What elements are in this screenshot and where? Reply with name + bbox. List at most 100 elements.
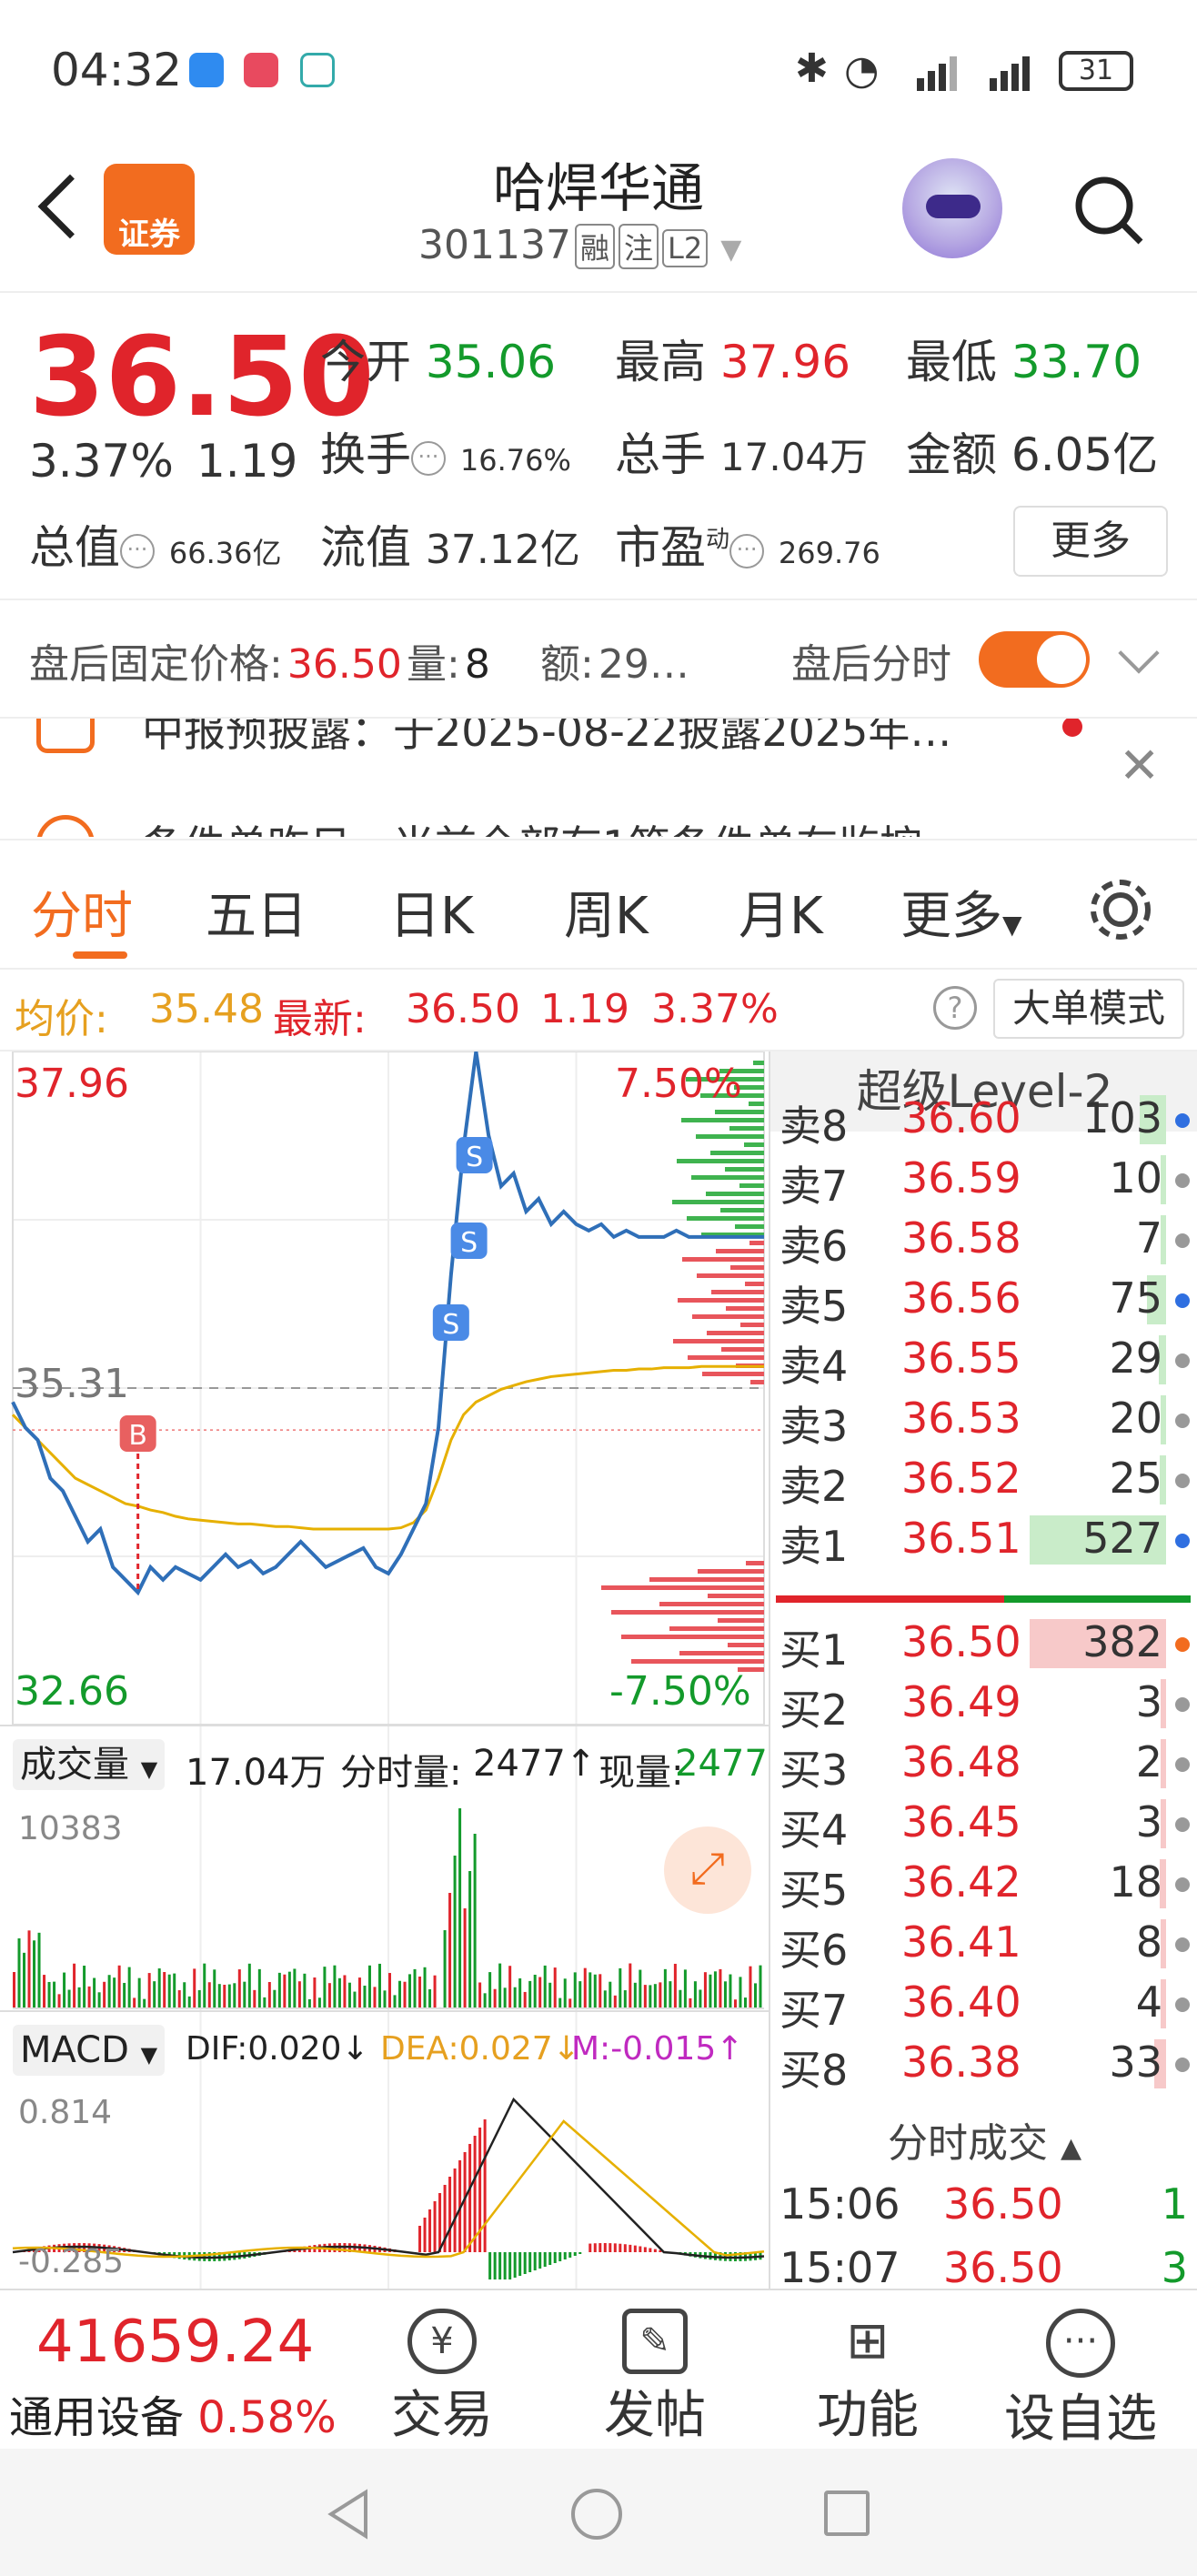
volume-bar <box>713 1971 717 2008</box>
buy-qty: 3 <box>1135 1797 1162 1846</box>
more-dots-icon[interactable]: ··· <box>411 440 446 476</box>
indicator-selector[interactable]: MACD ▼ <box>13 2025 166 2076</box>
macd-label: MACD <box>20 2029 129 2071</box>
depth-bar <box>649 1577 764 1582</box>
buy-price: 36.45 <box>901 1797 1021 1846</box>
sell-qty: 10 <box>1109 1153 1162 1202</box>
sell-row[interactable]: 卖4 36.55 29 <box>770 1330 1197 1391</box>
macd-bar <box>518 2252 522 2276</box>
tab-weekly-k[interactable]: 周K <box>564 875 649 949</box>
timeshare-chart[interactable]: B S S S 37.96 7.50% 35.31 32.66 -7.50% 成交量 … <box>0 1051 769 2298</box>
sell-row[interactable]: 卖6 36.58 7 <box>770 1210 1197 1271</box>
sell-price: 36.60 <box>901 1093 1021 1142</box>
volume-bar <box>293 1968 297 2008</box>
big-order-mode-button[interactable]: 大单模式 <box>993 979 1184 1039</box>
buy-row[interactable]: 买6 36.41 8 <box>770 1914 1197 1975</box>
sell-row[interactable]: 卖7 36.59 10 <box>770 1150 1197 1211</box>
volume-bar <box>478 1982 482 2008</box>
depth-bar <box>720 1208 764 1213</box>
buy-level-label: 买4 <box>780 1806 849 1855</box>
volume-bar <box>598 1974 602 2008</box>
tab-more[interactable]: 更多▼ <box>900 875 1022 949</box>
help-icon[interactable]: ? <box>933 986 977 1030</box>
sell-row[interactable]: 卖1 36.51 527 <box>770 1510 1197 1571</box>
search-icon[interactable] <box>1071 173 1144 246</box>
more-dots-icon[interactable]: ··· <box>729 533 765 569</box>
expand-icon[interactable]: ⤢ <box>664 1826 751 1914</box>
depth-bar <box>753 1061 764 1065</box>
notice-banner[interactable]: 中报预披露：于2025-08-22披露2025年… ✕ 条件单昨日，当前全部有1… <box>0 717 1197 837</box>
nav-back-icon[interactable] <box>326 2489 371 2540</box>
buy-row[interactable]: 买5 36.42 18 <box>770 1854 1197 1915</box>
add-favorite-button[interactable]: ··· 设自选 <box>1004 2309 1157 2451</box>
volume-bar <box>473 1834 477 2008</box>
volume-bar <box>428 1988 432 2008</box>
tab-monthly-k[interactable]: 月K <box>739 875 823 949</box>
tab-daily-k[interactable]: 日K <box>389 875 474 949</box>
nav-home-icon[interactable] <box>571 2489 622 2540</box>
depth-bar <box>673 1339 764 1343</box>
trade-button[interactable]: ¥ 交易 <box>391 2309 493 2448</box>
buy-row[interactable]: 买8 36.38 33 <box>770 2034 1197 2095</box>
more-button[interactable]: 更多 <box>1013 506 1168 577</box>
trades-header-label: 分时成交 <box>887 2120 1048 2167</box>
volume-bar <box>197 1989 201 2008</box>
sell-row[interactable]: 卖3 36.53 20 <box>770 1390 1197 1451</box>
macd-bar <box>568 2252 572 2258</box>
functions-button[interactable]: ⊞ 功能 <box>817 2309 919 2448</box>
tab-more-label: 更多 <box>900 887 1002 946</box>
volume-bar <box>563 1978 567 2008</box>
robot-avatar[interactable] <box>902 158 1002 258</box>
buy-row[interactable]: 买4 36.45 3 <box>770 1794 1197 1855</box>
volume-bar <box>669 1981 672 2008</box>
macd-bar <box>418 2226 422 2252</box>
more-dots-icon[interactable]: ··· <box>120 533 155 569</box>
buy-row[interactable]: 买7 36.40 4 <box>770 1974 1197 2035</box>
buy-row[interactable]: 买2 36.49 3 <box>770 1674 1197 1735</box>
sell-qty: 25 <box>1109 1454 1162 1503</box>
sell-row[interactable]: 卖5 36.56 75 <box>770 1270 1197 1331</box>
depth-bar <box>611 1610 764 1615</box>
sell-row[interactable]: 卖8 36.60 103 <box>770 1090 1197 1151</box>
status-dot <box>1175 1414 1190 1428</box>
chevron-down-icon[interactable] <box>1118 632 1160 674</box>
volume-bar <box>207 1982 211 2008</box>
volume-bar <box>483 1993 487 2008</box>
sell-price: 36.55 <box>901 1333 1021 1383</box>
volume-bar <box>13 1972 15 2008</box>
buy-qty: 3 <box>1135 1677 1162 1726</box>
volume-selector[interactable]: 成交量 ▼ <box>13 1739 166 1790</box>
tab-timeshare[interactable]: 分时 <box>31 875 133 949</box>
macd-bar <box>558 2252 562 2261</box>
volume-bar <box>183 1982 186 2008</box>
settings-gear-icon[interactable] <box>1086 875 1155 944</box>
amount-value: 6.05亿 <box>1011 428 1159 481</box>
buy-row[interactable]: 买3 36.48 2 <box>770 1734 1197 1795</box>
tab-five-day[interactable]: 五日 <box>206 875 307 949</box>
sell-row[interactable]: 卖2 36.52 25 <box>770 1450 1197 1511</box>
buy-row[interactable]: 买1 36.50 382 <box>770 1614 1197 1675</box>
dropdown-icon[interactable]: ▼ <box>720 234 741 266</box>
volume-bar <box>633 1982 637 2008</box>
trades-header[interactable]: 分时成交 ▲ <box>770 2110 1197 2168</box>
index-value[interactable]: 41659.24 <box>36 2309 314 2376</box>
after-hours-toggle[interactable] <box>979 631 1090 688</box>
functions-label: 功能 <box>817 2386 919 2445</box>
status-dot <box>1175 1997 1190 2012</box>
nav-recents-icon[interactable] <box>824 2490 870 2536</box>
macd-bar <box>639 2246 642 2252</box>
depth-bar <box>744 1142 764 1147</box>
macd-bar <box>468 2144 472 2252</box>
volume-bar <box>363 1985 367 2008</box>
buy-level-label: 买1 <box>780 1625 849 1675</box>
pct-axis-low: -7.50% <box>609 1668 751 1715</box>
dropdown-icon: ▼ <box>140 1756 158 1782</box>
volume-bar <box>357 1977 361 2008</box>
close-icon[interactable]: ✕ <box>1119 737 1160 794</box>
float-cap-value: 37.12亿 <box>425 527 580 573</box>
level2-tag: L2 <box>662 229 709 267</box>
after-hours-vol: 8 <box>464 641 490 688</box>
post-button[interactable]: ✎ 发帖 <box>604 2309 706 2448</box>
stock-code-row: 301137 融注 L2 ▼ <box>418 222 741 269</box>
tab-underline <box>73 951 127 959</box>
